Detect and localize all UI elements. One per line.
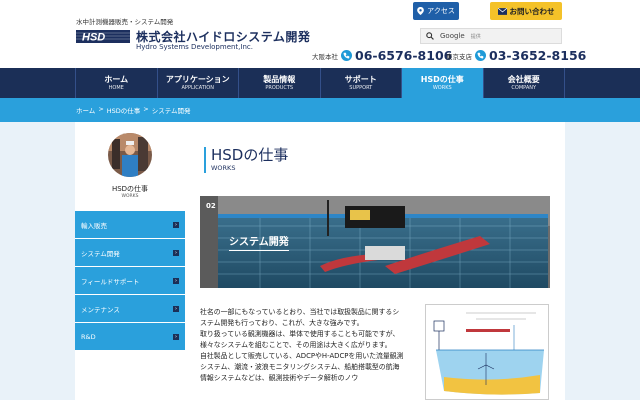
access-button[interactable]: アクセス — [413, 2, 459, 20]
breadcrumb: ホーム > HSDの仕事 > システム開発 — [76, 105, 191, 115]
chevron-right-icon: › — [173, 249, 179, 256]
phone-osaka[interactable]: 大阪本社 06-6576-8106 — [312, 48, 452, 63]
nav-label-en: APPLICATION — [181, 84, 214, 91]
sidebar-item-label: フィールドサポート — [81, 277, 140, 286]
nav-label-en: PRODUCTS — [265, 84, 294, 91]
contact-label: お問い合わせ — [509, 6, 555, 16]
hero-number: 02 — [206, 202, 216, 210]
site-tagline: 水中計測機器販売・システム開発 — [76, 18, 174, 26]
phone-label: 大阪本社 — [312, 52, 338, 61]
sidebar-item-import-sales[interactable]: 輸入販売 › — [75, 211, 185, 239]
nav-item-products[interactable]: 製品情報 PRODUCTS — [239, 68, 321, 98]
sidebar-menu: 輸入販売 › システム開発 › フィールドサポート › メンテナンス › R&D — [75, 211, 185, 351]
sidebar-title-en: WORKS — [121, 194, 139, 199]
nav-label-en: COMPANY — [511, 84, 537, 91]
search-placeholder: 提供 — [470, 33, 481, 40]
search-icon — [426, 32, 434, 40]
nav-label: HSDの仕事 — [420, 74, 464, 84]
phone-icon — [341, 50, 352, 61]
breadcrumb-works[interactable]: HSDの仕事 — [107, 105, 141, 115]
content-area: HSDの仕事 WORKS 輸入販売 › システム開発 › フィールドサポート ›… — [0, 122, 640, 400]
system-diagram[interactable] — [425, 304, 549, 400]
nav-label: ホーム — [104, 74, 129, 84]
nav-label: 会社概要 — [507, 74, 540, 84]
breadcrumb-separator: > — [98, 105, 104, 113]
nav-label-en: HOME — [108, 84, 124, 91]
contact-button[interactable]: お問い合わせ — [490, 2, 562, 20]
nav-item-works[interactable]: HSDの仕事 WORKS — [402, 68, 484, 98]
sidebar-title: HSDの仕事 — [111, 185, 149, 193]
company-name-en: Hydro Systems Development,Inc. — [136, 43, 253, 51]
page-title-en: WORKS — [211, 164, 236, 172]
main-nav: ホーム HOME アプリケーション APPLICATION 製品情報 PRODU… — [0, 68, 640, 98]
nav-label: 製品情報 — [263, 74, 296, 84]
paragraph: 社名の一部にもなっているとおり、当社では取扱製品に関するシステム開発も行っており… — [200, 308, 400, 327]
breadcrumb-home[interactable]: ホーム — [76, 105, 95, 115]
search-input[interactable]: Google 提供 — [420, 28, 562, 44]
breadcrumb-separator: > — [143, 105, 149, 113]
paragraph: 取り扱っている観測機器は、単体で使用することも可能ですが、様々なシステムを組むこ… — [200, 330, 400, 349]
page-title: HSDの仕事 — [211, 146, 289, 164]
sidebar-item-label: システム開発 — [81, 249, 120, 258]
hero-banner: 02 システム開発 — [200, 196, 550, 288]
hero-title: システム開発 — [229, 233, 289, 251]
access-label: アクセス — [427, 7, 455, 15]
nav-item-support[interactable]: サポート SUPPORT — [321, 68, 402, 98]
content-panel: HSDの仕事 WORKS 輸入販売 › システム開発 › フィールドサポート ›… — [75, 122, 565, 400]
paragraph: 自社製品として販売している、ADCPやH-ADCPを用いた流量観測システム、潮流… — [200, 352, 404, 382]
sidebar-item-system-development[interactable]: システム開発 › — [75, 239, 185, 267]
chevron-right-icon: › — [173, 333, 179, 340]
sidebar-item-maintenance[interactable]: メンテナンス › — [75, 295, 185, 323]
chevron-right-icon: › — [173, 277, 179, 284]
page-title-block: HSDの仕事 WORKS — [204, 147, 288, 173]
phone-number: 03-3652-8156 — [489, 48, 587, 63]
sidebar-item-field-support[interactable]: フィールドサポート › — [75, 267, 185, 295]
search-brand: Google — [440, 32, 465, 40]
sidebar-item-label: メンテナンス — [81, 305, 120, 314]
nav-item-application[interactable]: アプリケーション APPLICATION — [158, 68, 239, 98]
phone-number: 06-6576-8106 — [355, 48, 453, 63]
sidebar-item-rnd[interactable]: R&D › — [75, 323, 185, 351]
phone-tokyo[interactable]: 東京支店 03-3652-8156 — [446, 48, 586, 63]
avatar — [108, 133, 152, 177]
nav-label: アプリケーション — [165, 74, 230, 84]
site-header: 水中計測機器販売・システム開発 HSD 株式会社ハイドロシステム開発 Hydro… — [0, 0, 640, 70]
sidebar-item-label: 輸入販売 — [81, 221, 107, 230]
breadcrumb-current: システム開発 — [151, 107, 191, 115]
chevron-right-icon: › — [173, 305, 179, 312]
hsd-logo[interactable]: HSD — [76, 30, 130, 43]
nav-label-en: WORKS — [432, 84, 452, 91]
sidebar-item-label: R&D — [81, 332, 96, 341]
phone-icon — [475, 50, 486, 61]
chevron-right-icon: › — [173, 221, 179, 228]
logo-text: HSD — [82, 32, 105, 44]
map-pin-icon — [417, 7, 425, 15]
main-content: HSDの仕事 WORKS 02 システム開発 社名の一部にもなっているとおり、当… — [200, 122, 565, 400]
body-text: 社名の一部にもなっているとおり、当社では取扱製品に関するシステム開発も行っており… — [200, 307, 405, 384]
nav-label-en: SUPPORT — [349, 84, 373, 91]
breadcrumb-bar: ホーム > HSDの仕事 > システム開発 — [0, 98, 640, 122]
phone-label: 東京支店 — [446, 52, 472, 61]
nav-label: サポート — [344, 74, 377, 84]
nav-item-home[interactable]: ホーム HOME — [75, 68, 158, 98]
nav-item-company[interactable]: 会社概要 COMPANY — [484, 68, 565, 98]
envelope-icon — [497, 7, 507, 15]
